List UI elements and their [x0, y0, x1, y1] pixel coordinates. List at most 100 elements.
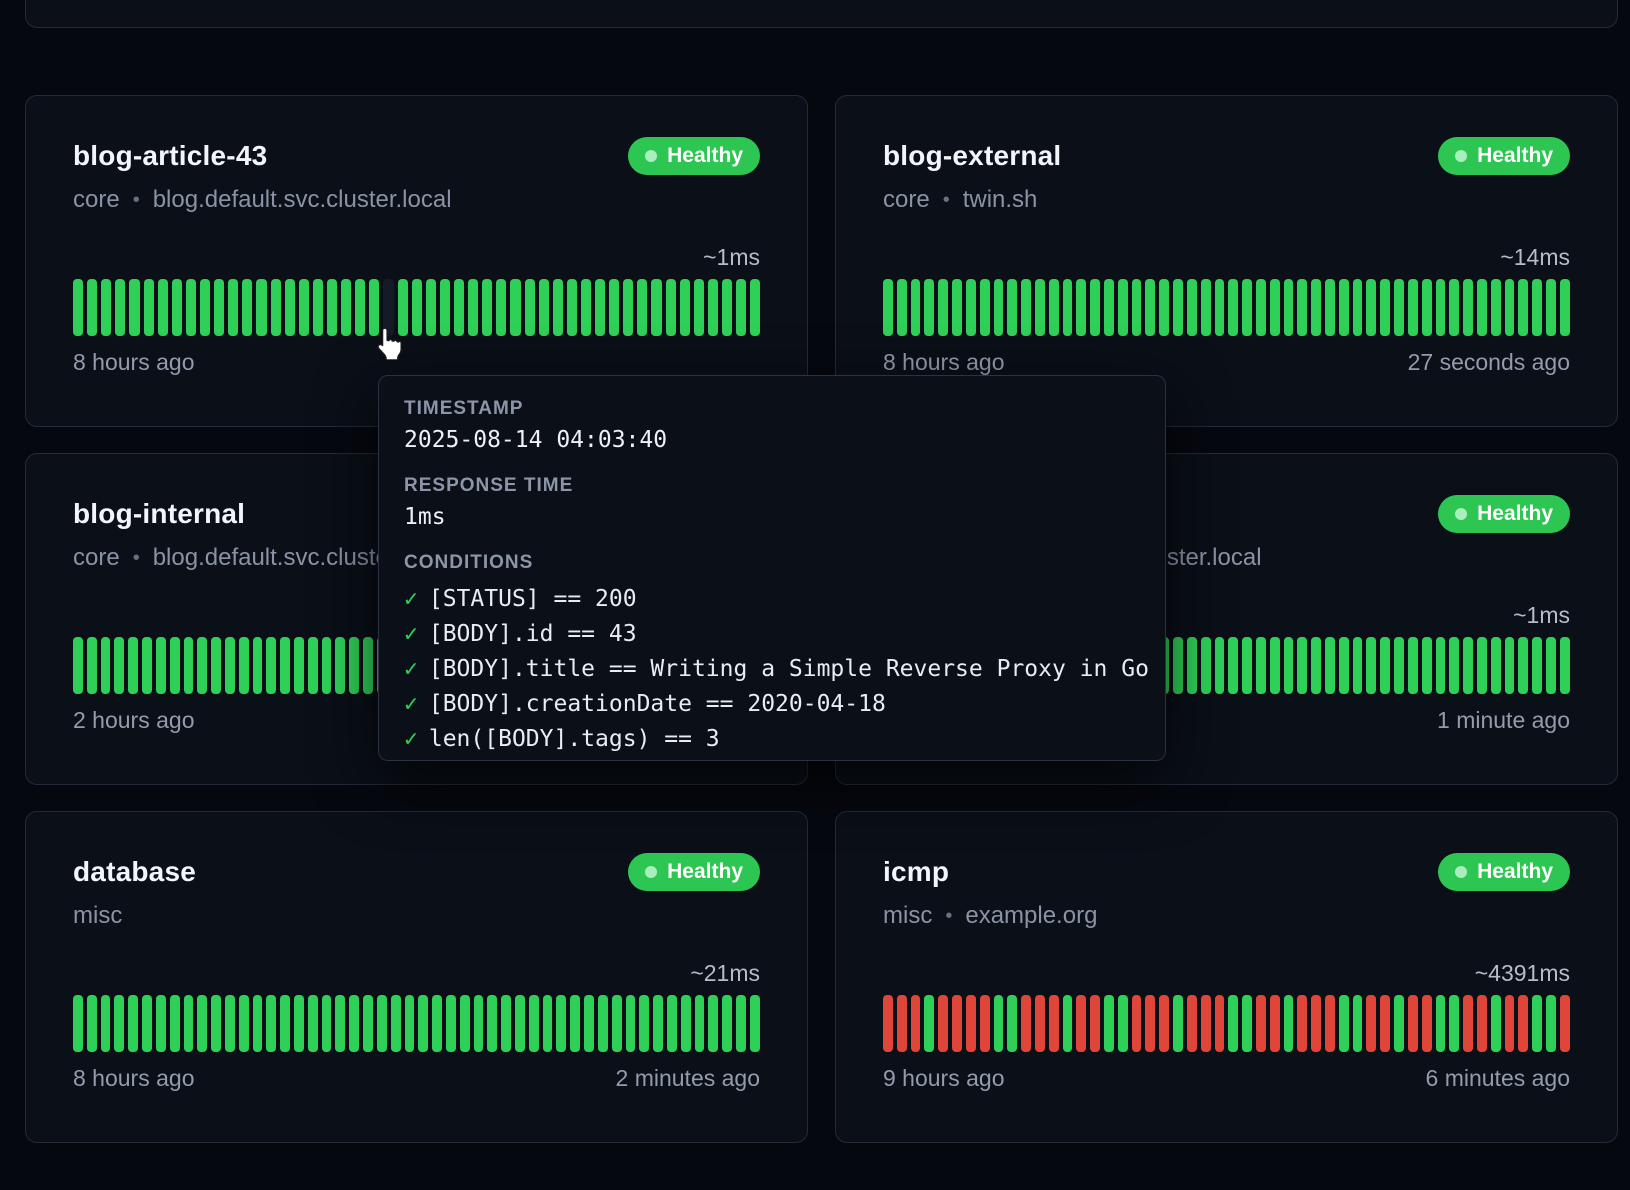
status-bar[interactable] [1505, 637, 1515, 694]
status-bar[interactable] [1284, 279, 1294, 336]
status-bar[interactable] [294, 637, 304, 694]
status-bar[interactable] [1215, 279, 1225, 336]
status-bar[interactable] [994, 995, 1004, 1052]
status-bar[interactable] [938, 995, 948, 1052]
status-bar[interactable] [695, 995, 705, 1052]
status-bar[interactable] [911, 279, 921, 336]
status-bar[interactable] [924, 279, 934, 336]
status-bar[interactable] [1035, 995, 1045, 1052]
status-bar[interactable] [1546, 279, 1556, 336]
status-bar[interactable] [883, 995, 893, 1052]
status-bar[interactable] [938, 279, 948, 336]
status-bar[interactable] [595, 279, 605, 336]
status-bar[interactable] [186, 279, 196, 336]
status-bar[interactable] [377, 995, 387, 1052]
status-bar[interactable] [73, 995, 83, 1052]
status-bar[interactable] [1339, 637, 1349, 694]
status-bar[interactable] [144, 279, 154, 336]
status-bar[interactable] [1132, 279, 1142, 336]
status-bar[interactable] [570, 995, 580, 1052]
status-bar[interactable] [299, 279, 309, 336]
status-bar[interactable] [1090, 995, 1100, 1052]
status-bar[interactable] [1449, 637, 1459, 694]
status-bar[interactable] [170, 995, 180, 1052]
status-bar[interactable] [285, 279, 295, 336]
status-bar[interactable] [335, 637, 345, 694]
status-bar[interactable] [1505, 279, 1515, 336]
status-bar[interactable] [335, 995, 345, 1052]
status-bar[interactable] [637, 279, 647, 336]
status-bar[interactable] [1366, 637, 1376, 694]
status-bar[interactable] [750, 279, 760, 336]
status-bar[interactable] [1311, 279, 1321, 336]
status-bar[interactable] [225, 995, 235, 1052]
status-bar[interactable] [1560, 637, 1570, 694]
status-bar[interactable] [966, 995, 976, 1052]
status-bar[interactable] [308, 995, 318, 1052]
status-bar[interactable] [1297, 995, 1307, 1052]
status-bar[interactable] [1422, 279, 1432, 336]
status-bar[interactable] [266, 637, 276, 694]
status-bar[interactable] [280, 637, 290, 694]
status-bar[interactable] [184, 995, 194, 1052]
status-bar[interactable] [1104, 995, 1114, 1052]
status-bar[interactable] [1284, 995, 1294, 1052]
status-bar[interactable] [1380, 637, 1390, 694]
status-bar[interactable] [1449, 995, 1459, 1052]
status-bar[interactable] [1422, 637, 1432, 694]
status-bar[interactable] [1366, 279, 1376, 336]
status-bar[interactable] [1132, 995, 1142, 1052]
status-bar[interactable] [1532, 279, 1542, 336]
status-bar[interactable] [525, 279, 535, 336]
status-bar[interactable] [1518, 995, 1528, 1052]
status-bar[interactable] [432, 995, 442, 1052]
status-bar[interactable] [1505, 995, 1515, 1052]
status-bar[interactable] [474, 995, 484, 1052]
status-bar[interactable] [1532, 637, 1542, 694]
status-bar[interactable] [114, 637, 124, 694]
status-bar[interactable] [405, 995, 415, 1052]
status-bar[interactable] [1491, 637, 1501, 694]
status-bar[interactable] [426, 279, 436, 336]
status-bar[interactable] [639, 995, 649, 1052]
status-bar[interactable] [651, 279, 661, 336]
status-bar[interactable] [612, 995, 622, 1052]
status-bar[interactable] [271, 279, 281, 336]
status-bar[interactable] [101, 279, 111, 336]
endpoint-card[interactable]: icmp Healthy misc • example.org ~4391ms … [835, 811, 1618, 1143]
status-bar[interactable] [418, 995, 428, 1052]
status-bar[interactable] [1173, 637, 1183, 694]
status-bar[interactable] [128, 995, 138, 1052]
status-bar[interactable] [1325, 279, 1335, 336]
status-bar[interactable] [1228, 279, 1238, 336]
status-bar[interactable] [1242, 637, 1252, 694]
status-bar[interactable] [73, 637, 83, 694]
status-bar[interactable] [1145, 279, 1155, 336]
status-bar[interactable] [1256, 995, 1266, 1052]
status-bar[interactable] [184, 637, 194, 694]
status-bar[interactable] [1007, 279, 1017, 336]
status-bar[interactable] [412, 279, 422, 336]
status-bar[interactable] [515, 995, 525, 1052]
status-bar[interactable] [1201, 637, 1211, 694]
status-bar[interactable] [1173, 279, 1183, 336]
status-bar[interactable] [897, 995, 907, 1052]
status-bar[interactable] [1408, 637, 1418, 694]
status-bar[interactable] [1021, 995, 1031, 1052]
status-bar[interactable] [200, 279, 210, 336]
status-bar[interactable] [1049, 279, 1059, 336]
status-bar[interactable] [87, 637, 97, 694]
status-bar[interactable] [101, 995, 111, 1052]
status-bar[interactable] [1546, 995, 1556, 1052]
status-bar[interactable] [1270, 995, 1280, 1052]
status-bar[interactable] [142, 637, 152, 694]
status-bar[interactable] [1118, 995, 1128, 1052]
status-bar[interactable] [1159, 995, 1169, 1052]
status-bar[interactable] [952, 995, 962, 1052]
status-bar[interactable] [391, 995, 401, 1052]
status-bar[interactable] [1228, 637, 1238, 694]
status-bar[interactable] [313, 279, 323, 336]
status-bar[interactable] [496, 279, 506, 336]
status-bar[interactable] [1353, 279, 1363, 336]
status-bar[interactable] [1394, 637, 1404, 694]
